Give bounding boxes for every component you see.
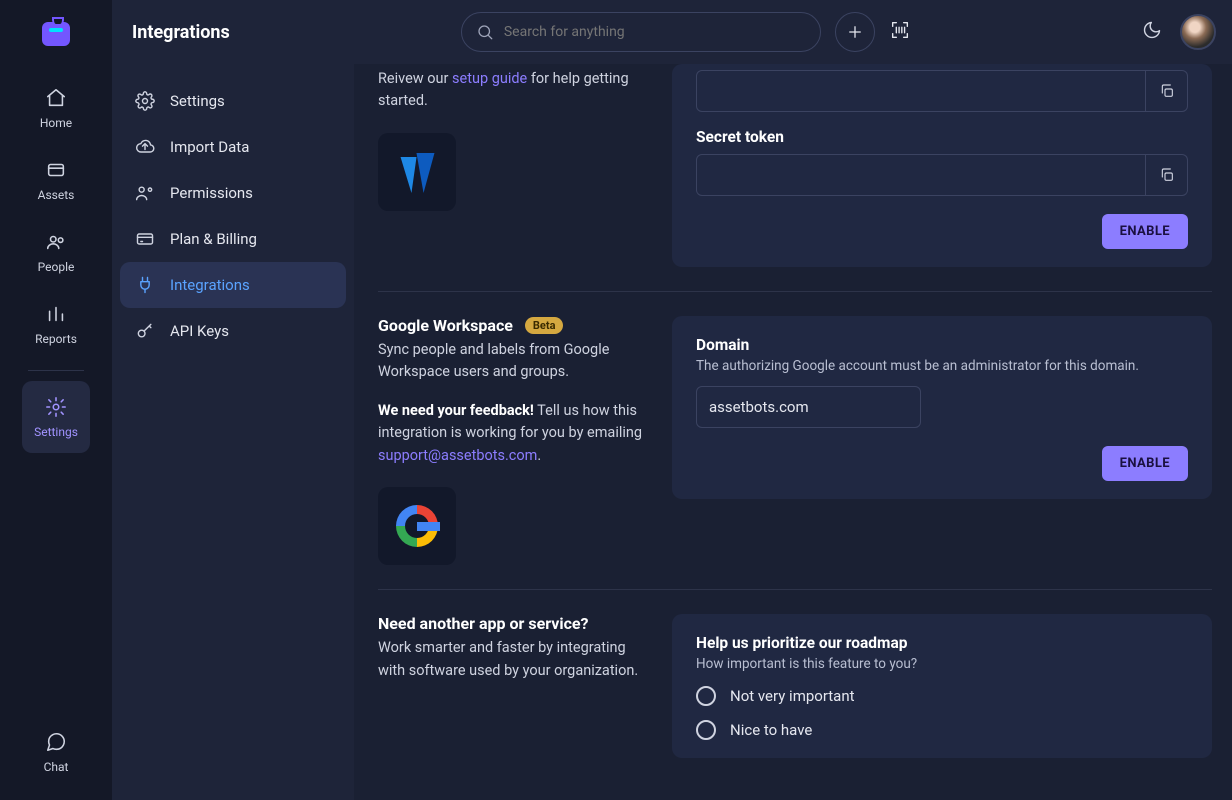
azure-logo-box: [378, 133, 456, 211]
nav-people[interactable]: People: [22, 216, 90, 288]
azure-review-text: Reivew our setup guide for help getting …: [378, 68, 648, 113]
azure-prev-input[interactable]: [696, 70, 1146, 112]
copy-button[interactable]: [1146, 154, 1188, 196]
sp-settings[interactable]: Settings: [120, 78, 346, 124]
copy-button[interactable]: [1146, 70, 1188, 112]
plus-icon: [846, 23, 864, 41]
sp-api-keys[interactable]: API Keys: [120, 308, 346, 354]
google-icon: [396, 505, 438, 547]
reports-icon: [44, 302, 68, 326]
sp-permissions[interactable]: Permissions: [120, 170, 346, 216]
rail-divider: [28, 370, 84, 371]
nav-chat[interactable]: Chat: [22, 716, 90, 788]
search-input[interactable]: [504, 24, 806, 40]
avatar[interactable]: [1180, 14, 1216, 50]
google-desc: Sync people and labels from Google Works…: [378, 339, 648, 384]
roadmap-title: Help us prioritize our roadmap: [696, 634, 1188, 652]
gear-icon: [134, 90, 156, 112]
key-icon: [134, 320, 156, 342]
header: Integrations: [112, 0, 1232, 64]
nav-home[interactable]: Home: [22, 72, 90, 144]
add-button[interactable]: [835, 12, 875, 52]
domain-label: Domain: [696, 336, 1188, 354]
google-enable-button[interactable]: ENABLE: [1102, 446, 1188, 481]
domain-input[interactable]: [696, 386, 921, 428]
nav-assets[interactable]: Assets: [22, 144, 90, 216]
radio-not-important[interactable]: Not very important: [696, 686, 1188, 706]
chat-icon: [44, 730, 68, 754]
app-logo[interactable]: [36, 14, 76, 54]
copy-icon: [1159, 167, 1175, 183]
another-title: Need another app or service?: [378, 614, 589, 633]
content-scroll[interactable]: Reivew our setup guide for help getting …: [354, 64, 1232, 800]
google-feedback: We need your feedback! Tell us how this …: [378, 400, 648, 467]
domain-help: The authorizing Google account must be a…: [696, 358, 1188, 374]
google-card: Domain The authorizing Google account mu…: [672, 316, 1212, 499]
moon-icon: [1142, 20, 1162, 40]
radio-icon: [696, 720, 716, 740]
secret-token-input[interactable]: [696, 154, 1146, 196]
beta-badge: Beta: [525, 317, 564, 334]
azure-icon: [396, 151, 438, 193]
support-email-link[interactable]: support@assetbots.com: [378, 447, 537, 464]
scan-button[interactable]: [889, 19, 911, 45]
search-icon: [476, 23, 494, 41]
roadmap-help: How important is this feature to you?: [696, 656, 1188, 672]
nav-rail: Home Assets People Reports Settings Cha: [0, 0, 112, 800]
settings-sidepanel: Settings Import Data Permissions Plan & …: [112, 64, 354, 800]
secret-token-label: Secret token: [696, 128, 1188, 146]
barcode-icon: [889, 19, 911, 41]
upload-cloud-icon: [134, 136, 156, 158]
settings-icon: [44, 395, 68, 419]
theme-toggle[interactable]: [1142, 20, 1162, 44]
home-icon: [44, 86, 68, 110]
page-title: Integrations: [132, 22, 230, 43]
google-logo-box: [378, 487, 456, 565]
azure-enable-button[interactable]: ENABLE: [1102, 214, 1188, 249]
search-box[interactable]: [461, 12, 821, 52]
radio-icon: [696, 686, 716, 706]
setup-guide-link[interactable]: setup guide: [452, 70, 527, 87]
people-icon: [44, 230, 68, 254]
permissions-icon: [134, 182, 156, 204]
card-icon: [134, 228, 156, 250]
nav-settings[interactable]: Settings: [22, 381, 90, 453]
sp-plan-billing[interactable]: Plan & Billing: [120, 216, 346, 262]
sp-import-data[interactable]: Import Data: [120, 124, 346, 170]
roadmap-card: Help us prioritize our roadmap How impor…: [672, 614, 1212, 758]
radio-nice-to-have[interactable]: Nice to have: [696, 720, 1188, 740]
another-desc: Work smarter and faster by integrating w…: [378, 637, 648, 682]
plug-icon: [134, 274, 156, 296]
google-title: Google Workspace: [378, 316, 513, 335]
sp-integrations[interactable]: Integrations: [120, 262, 346, 308]
nav-reports[interactable]: Reports: [22, 288, 90, 360]
copy-icon: [1159, 83, 1175, 99]
assets-icon: [44, 158, 68, 182]
azure-card: Secret token ENABLE: [672, 64, 1212, 267]
